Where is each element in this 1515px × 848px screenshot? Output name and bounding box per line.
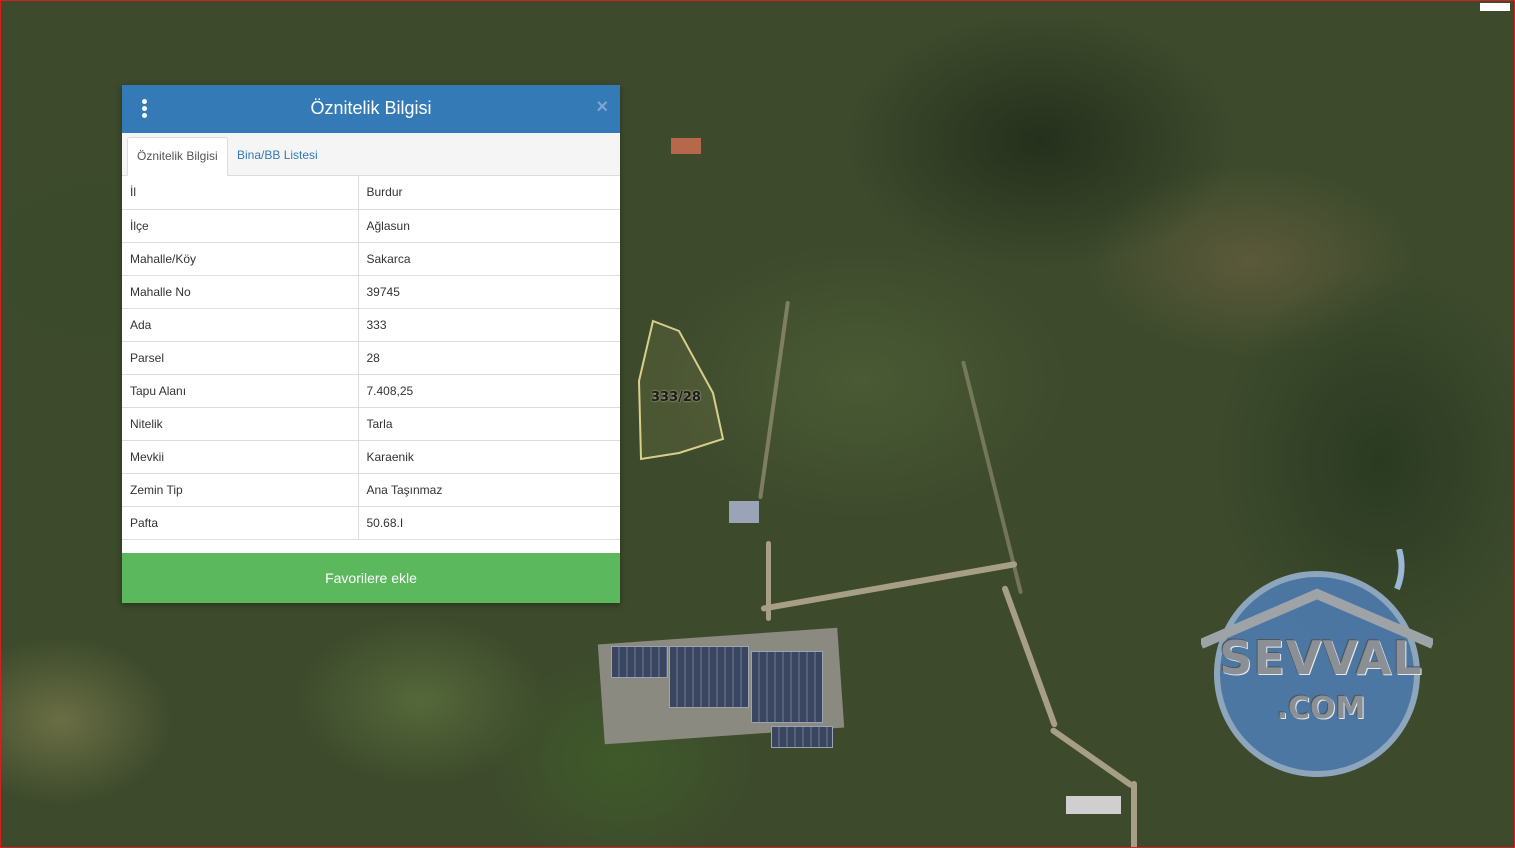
attribute-value: 39745: [358, 275, 620, 309]
map-road: [1001, 584, 1059, 728]
table-row: Mahalle No 39745: [122, 275, 620, 309]
table-row: Zemin Tip Ana Taşınmaz: [122, 473, 620, 507]
parcel-label: 333/28: [651, 390, 701, 405]
attribute-value: Ana Taşınmaz: [358, 473, 620, 507]
map-building: [671, 138, 701, 154]
attribute-key: Ada: [122, 308, 359, 342]
attribute-value: 7.408,25: [358, 374, 620, 408]
attribute-key: Zemin Tip: [122, 473, 359, 507]
panel-header: Öznitelik Bilgisi ×: [122, 85, 620, 133]
table-row: İl Burdur: [122, 176, 620, 210]
panel-title: Öznitelik Bilgisi: [310, 98, 432, 118]
attribute-key: İl: [122, 176, 359, 210]
attribute-value: Tarla: [358, 407, 620, 441]
tab-attribute-info[interactable]: Öznitelik Bilgisi: [127, 137, 228, 176]
table-row: Nitelik Tarla: [122, 407, 620, 441]
map-road: [1049, 726, 1135, 789]
watermark-subtext: .COM: [1276, 691, 1366, 726]
attribute-table: İl Burdur İlçe Ağlasun Mahalle/Köy Sakar…: [122, 176, 620, 540]
map-road: [961, 360, 1024, 595]
attribute-key: Nitelik: [122, 407, 359, 441]
solar-panel: [669, 646, 749, 708]
table-row: İlçe Ağlasun: [122, 209, 620, 243]
map-road: [1131, 781, 1137, 847]
table-row: Pafta 50.68.I: [122, 506, 620, 540]
attribute-value: 50.68.I: [358, 506, 620, 540]
attribute-value: Sakarca: [358, 242, 620, 276]
solar-panel: [611, 646, 668, 678]
attribute-key: Mahalle No: [122, 275, 359, 309]
table-row: Mahalle/Köy Sakarca: [122, 242, 620, 276]
attribute-value: Burdur: [358, 176, 620, 210]
solar-panel: [771, 726, 833, 748]
add-to-favorites-button[interactable]: Favorilere ekle: [122, 553, 620, 603]
tab-building-list[interactable]: Bina/BB Listesi: [228, 137, 327, 174]
table-row: Ada 333: [122, 308, 620, 342]
solar-panel: [751, 651, 823, 723]
attribute-info-panel: Öznitelik Bilgisi × Öznitelik Bilgisi Bi…: [122, 85, 620, 603]
attribute-value: Ağlasun: [358, 209, 620, 243]
close-icon[interactable]: ×: [596, 97, 608, 117]
map-building: [1066, 796, 1121, 814]
attribute-key: Parsel: [122, 341, 359, 375]
attribute-key: Pafta: [122, 506, 359, 540]
attribute-key: Mevkii: [122, 440, 359, 474]
map-corner-widget: [1480, 3, 1510, 11]
attribute-value: 333: [358, 308, 620, 342]
table-row: Parsel 28: [122, 341, 620, 375]
map-road: [758, 300, 790, 500]
map-road: [760, 560, 1018, 612]
table-row: Tapu Alanı 7.408,25: [122, 374, 620, 408]
attribute-key: Tapu Alanı: [122, 374, 359, 408]
attribute-value: 28: [358, 341, 620, 375]
map-road: [766, 541, 771, 621]
table-row: Mevkii Karaenik: [122, 440, 620, 474]
attribute-key: Mahalle/Köy: [122, 242, 359, 276]
attribute-value: Karaenik: [358, 440, 620, 474]
attribute-key: İlçe: [122, 209, 359, 243]
panel-tabs: Öznitelik Bilgisi Bina/BB Listesi: [122, 133, 620, 176]
watermark-text: SEVVAL: [1219, 631, 1423, 685]
map-building: [729, 501, 759, 523]
